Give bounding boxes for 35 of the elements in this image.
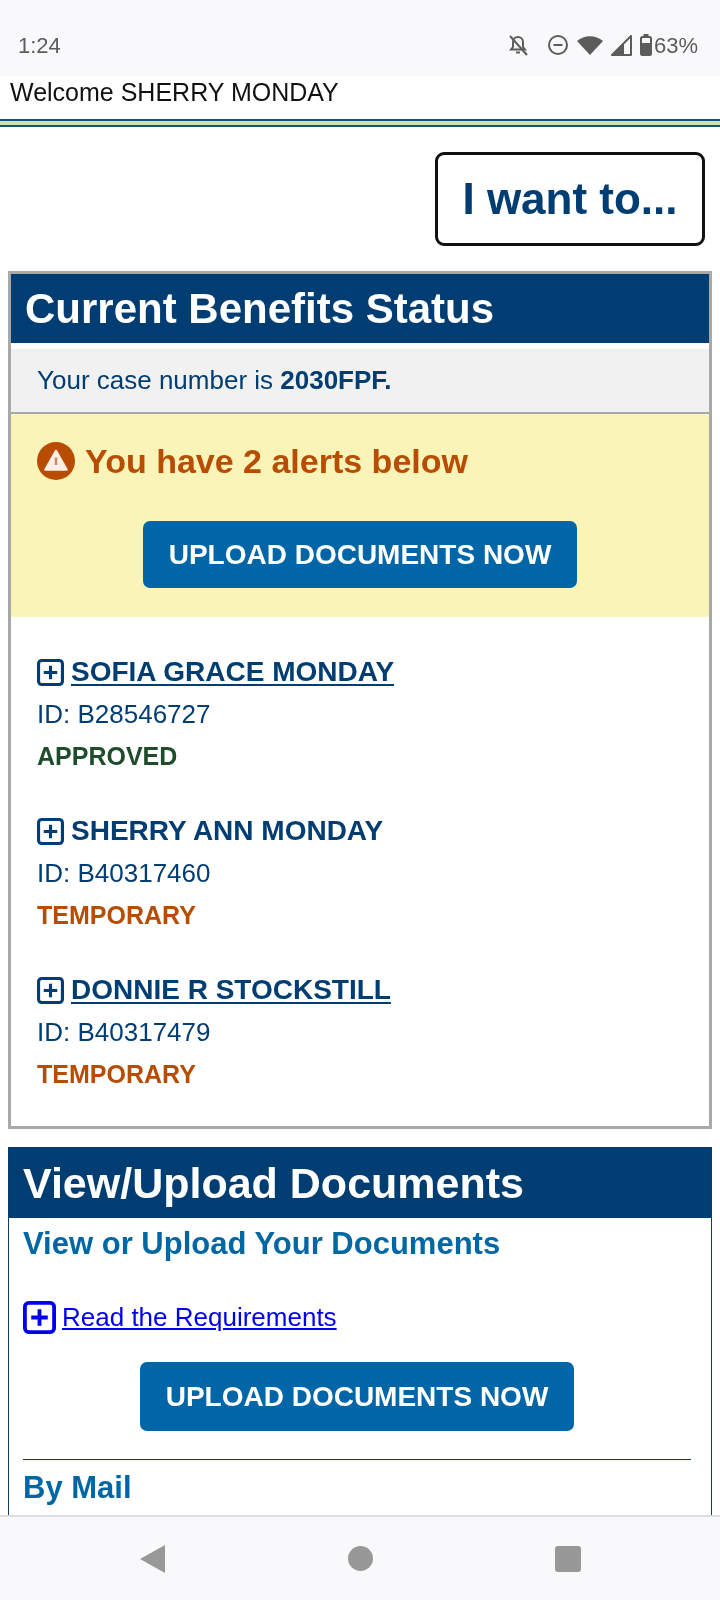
battery-icon: [639, 34, 652, 56]
member-name-link[interactable]: SOFIA GRACE MONDAY: [71, 655, 395, 689]
member-status: APPROVED: [37, 741, 178, 772]
member-name-link[interactable]: DONNIE R STOCKSTILL: [71, 973, 391, 1007]
welcome-text: Welcome SHERRY MONDAY: [10, 77, 339, 108]
alert-message: You have 2 alerts below: [85, 443, 468, 479]
upload-button[interactable]: UPLOAD DOCUMENTS NOW: [140, 1362, 574, 1431]
battery-percent: 63%: [653, 31, 698, 60]
member-status: TEMPORARY: [37, 1059, 196, 1090]
requirements-link[interactable]: Read the Requirements: [62, 1300, 337, 1334]
upload-button[interactable]: UPLOAD DOCUMENTS NOW: [143, 521, 577, 588]
menu-button[interactable]: I want to...: [435, 152, 705, 246]
section-subtitle: View or Upload Your Documents: [23, 1225, 501, 1263]
status-time: 1:24: [18, 31, 61, 60]
expand-plus-icon[interactable]: [37, 658, 64, 686]
wifi-icon: [576, 35, 603, 55]
signal-icon: [610, 34, 632, 56]
member-id: ID: B28546727: [37, 698, 211, 730]
case-number-banner: Your case number is 2030FPF.: [11, 349, 709, 414]
expand-plus-icon[interactable]: [23, 1300, 56, 1334]
expand-plus-icon[interactable]: [37, 976, 64, 1004]
section-heading: By Mail: [23, 1471, 132, 1505]
member-id: ID: B40317479: [37, 1016, 211, 1048]
recents-icon[interactable]: [555, 1545, 581, 1572]
member-id: ID: B40317460: [37, 857, 211, 889]
member-name-link[interactable]: SHERRY ANN MONDAY: [71, 814, 384, 848]
expand-plus-icon[interactable]: [37, 817, 64, 845]
member-status: TEMPORARY: [37, 900, 196, 931]
panel-header: Current Benefits Status: [11, 274, 709, 343]
panel-header: View/Upload Documents: [9, 1148, 711, 1218]
bell-off-icon: [506, 34, 529, 56]
warning-icon: [37, 442, 75, 480]
back-icon[interactable]: [139, 1544, 165, 1573]
home-icon[interactable]: [347, 1546, 373, 1571]
do-not-disturb-icon: [546, 34, 569, 56]
